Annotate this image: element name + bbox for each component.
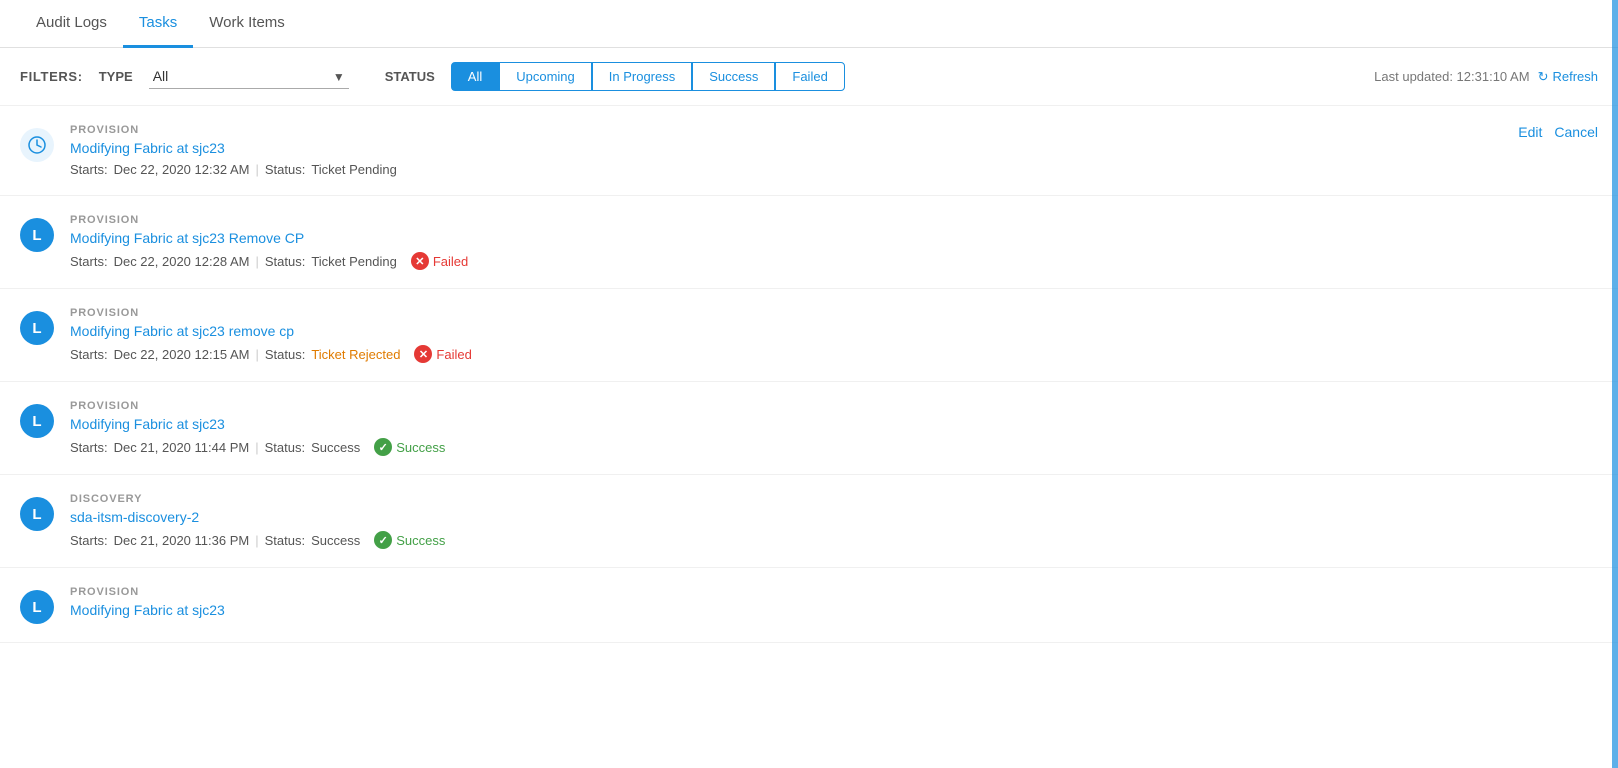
starts-value: Dec 21, 2020 11:44 PM — [114, 440, 250, 455]
check-icon: ✓ — [374, 531, 392, 549]
refresh-icon: ↻ — [1538, 69, 1549, 85]
status-value: Success — [311, 533, 360, 548]
status-label-text: Status: — [265, 440, 305, 455]
filters-type-label: TYPE — [99, 69, 133, 84]
status-value: Success — [311, 440, 360, 455]
task-icon — [20, 128, 54, 162]
status-badge: ✓ Success — [374, 531, 445, 549]
task-body: PROVISION Modifying Fabric at sjc23 Starts… — [70, 400, 1598, 456]
task-category: PROVISION — [70, 400, 1598, 412]
meta-divider: | — [255, 440, 258, 455]
meta-divider: | — [255, 254, 258, 269]
meta-divider: | — [255, 162, 258, 177]
task-meta: Starts: Dec 22, 2020 12:32 AM | Status: Tick… — [70, 162, 1598, 177]
x-icon: ✕ — [414, 345, 432, 363]
task-icon: L — [20, 497, 54, 531]
task-body: PROVISION Modifying Fabric at sjc23 Remov… — [70, 214, 1598, 270]
tab-work-items[interactable]: Work Items — [193, 0, 301, 48]
task-meta: Starts: Dec 22, 2020 12:15 AM | Status: Tick… — [70, 345, 1598, 363]
task-icon: L — [20, 218, 54, 252]
status-badge: ✕ Failed — [411, 252, 468, 270]
badge-text: Failed — [436, 347, 471, 362]
badge-text: Failed — [433, 254, 468, 269]
task-body: PROVISION Modifying Fabric at sjc23 remov… — [70, 307, 1598, 363]
starts-label: Starts: — [70, 440, 108, 455]
task-actions: Edit Cancel — [1518, 124, 1598, 140]
status-buttons: All Upcoming In Progress Success Failed — [451, 62, 845, 91]
status-btn-all[interactable]: All — [451, 62, 499, 91]
task-title[interactable]: Modifying Fabric at sjc23 — [70, 416, 1598, 432]
starts-value: Dec 22, 2020 12:32 AM — [114, 162, 250, 177]
starts-value: Dec 21, 2020 11:36 PM — [114, 533, 250, 548]
status-label-text: Status: — [265, 254, 305, 269]
task-item: L PROVISION Modifying Fabric at sjc23 Start… — [0, 382, 1618, 475]
refresh-button[interactable]: ↻ Refresh — [1538, 69, 1598, 85]
tabs-bar: Audit Logs Tasks Work Items — [0, 0, 1618, 48]
task-item: L PROVISION Modifying Fabric at sjc23 — [0, 568, 1618, 643]
status-label-text: Status: — [265, 347, 305, 362]
type-select[interactable]: All Provision Discovery — [149, 64, 349, 89]
starts-value: Dec 22, 2020 12:28 AM — [114, 254, 250, 269]
task-icon: L — [20, 404, 54, 438]
last-updated-text: Last updated: 12:31:10 AM — [1374, 69, 1529, 84]
task-item: L PROVISION Modifying Fabric at sjc23 Remo… — [0, 196, 1618, 289]
task-title[interactable]: Modifying Fabric at sjc23 — [70, 140, 1598, 156]
task-body: PROVISION Modifying Fabric at sjc23 — [70, 586, 1598, 624]
x-icon: ✕ — [411, 252, 429, 270]
task-title[interactable]: Modifying Fabric at sjc23 — [70, 602, 1598, 618]
type-select-wrapper: All Provision Discovery ▼ — [149, 64, 349, 89]
filters-bar: FILTERS: TYPE All Provision Discovery ▼ … — [0, 48, 1618, 106]
status-value: Ticket Pending — [311, 162, 397, 177]
task-body: DISCOVERY sda-itsm-discovery-2 Starts: Dec … — [70, 493, 1598, 549]
task-title[interactable]: Modifying Fabric at sjc23 remove cp — [70, 323, 1598, 339]
status-badge: ✕ Failed — [414, 345, 471, 363]
starts-value: Dec 22, 2020 12:15 AM — [114, 347, 250, 362]
status-btn-success[interactable]: Success — [692, 62, 775, 91]
task-category: PROVISION — [70, 307, 1598, 319]
starts-label: Starts: — [70, 533, 108, 548]
status-btn-failed[interactable]: Failed — [775, 62, 844, 91]
status-value: Ticket Rejected — [311, 347, 400, 362]
starts-label: Starts: — [70, 254, 108, 269]
badge-text: Success — [396, 440, 445, 455]
badge-text: Success — [396, 533, 445, 548]
task-item: PROVISION Modifying Fabric at sjc23 Starts… — [0, 106, 1618, 196]
task-category: PROVISION — [70, 124, 1598, 136]
task-item: L PROVISION Modifying Fabric at sjc23 remo… — [0, 289, 1618, 382]
task-icon: L — [20, 311, 54, 345]
task-title[interactable]: Modifying Fabric at sjc23 Remove CP — [70, 230, 1598, 246]
last-updated: Last updated: 12:31:10 AM ↻ Refresh — [1374, 69, 1598, 85]
task-meta: Starts: Dec 22, 2020 12:28 AM | Status: Tick… — [70, 252, 1598, 270]
status-value: Ticket Pending — [311, 254, 397, 269]
tab-audit-logs[interactable]: Audit Logs — [20, 0, 123, 48]
meta-divider: | — [255, 347, 258, 362]
starts-label: Starts: — [70, 162, 108, 177]
task-category: DISCOVERY — [70, 493, 1598, 505]
tab-tasks[interactable]: Tasks — [123, 0, 193, 48]
starts-label: Starts: — [70, 347, 108, 362]
task-meta: Starts: Dec 21, 2020 11:44 PM | Status: Succ… — [70, 438, 1598, 456]
check-icon: ✓ — [374, 438, 392, 456]
meta-divider: | — [255, 533, 258, 548]
edit-button[interactable]: Edit — [1518, 124, 1542, 140]
task-item: L DISCOVERY sda-itsm-discovery-2 Starts: Dec… — [0, 475, 1618, 568]
task-icon: L — [20, 590, 54, 624]
task-meta: Starts: Dec 21, 2020 11:36 PM | Status: Succ… — [70, 531, 1598, 549]
cancel-button[interactable]: Cancel — [1554, 124, 1598, 140]
status-label: STATUS — [385, 69, 435, 84]
task-category: PROVISION — [70, 586, 1598, 598]
status-label-text: Status: — [265, 162, 305, 177]
refresh-label: Refresh — [1552, 69, 1598, 84]
scrollbar-track — [1612, 0, 1618, 768]
task-body: PROVISION Modifying Fabric at sjc23 Starts… — [70, 124, 1598, 177]
status-label-text: Status: — [265, 533, 305, 548]
status-badge: ✓ Success — [374, 438, 445, 456]
task-title[interactable]: sda-itsm-discovery-2 — [70, 509, 1598, 525]
status-btn-in-progress[interactable]: In Progress — [592, 62, 692, 91]
filters-label: FILTERS: — [20, 69, 83, 84]
status-btn-upcoming[interactable]: Upcoming — [499, 62, 592, 91]
task-category: PROVISION — [70, 214, 1598, 226]
task-list: PROVISION Modifying Fabric at sjc23 Starts… — [0, 106, 1618, 643]
